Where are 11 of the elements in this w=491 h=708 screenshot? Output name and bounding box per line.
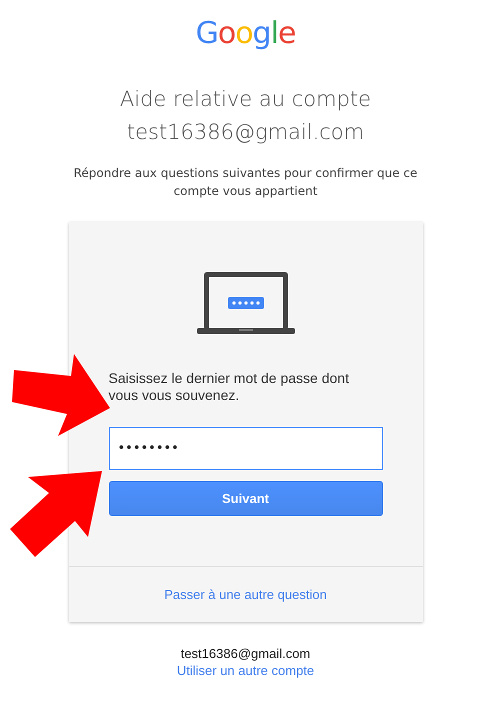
instructions-text: Répondre aux questions suivantes pour confirmer que ce compte vous appartient xyxy=(72,165,418,200)
google-logo: Google xyxy=(196,15,296,53)
laptop-password-icon xyxy=(196,270,294,336)
account-email-heading: test16386@gmail.com xyxy=(126,119,364,146)
next-button[interactable]: Suivant xyxy=(108,481,382,516)
password-prompt: Saisissez le dernier mot de passe dont vous vous souvenez. xyxy=(108,370,350,404)
password-field[interactable]: •••••••• xyxy=(108,427,382,470)
other-question-link[interactable]: Passer à une autre question xyxy=(164,587,327,602)
account-email: test16386@gmail.com xyxy=(180,646,310,661)
switch-account-link[interactable]: Utiliser un autre compte xyxy=(176,663,314,678)
page-title: Aide relative au compte xyxy=(120,86,372,113)
